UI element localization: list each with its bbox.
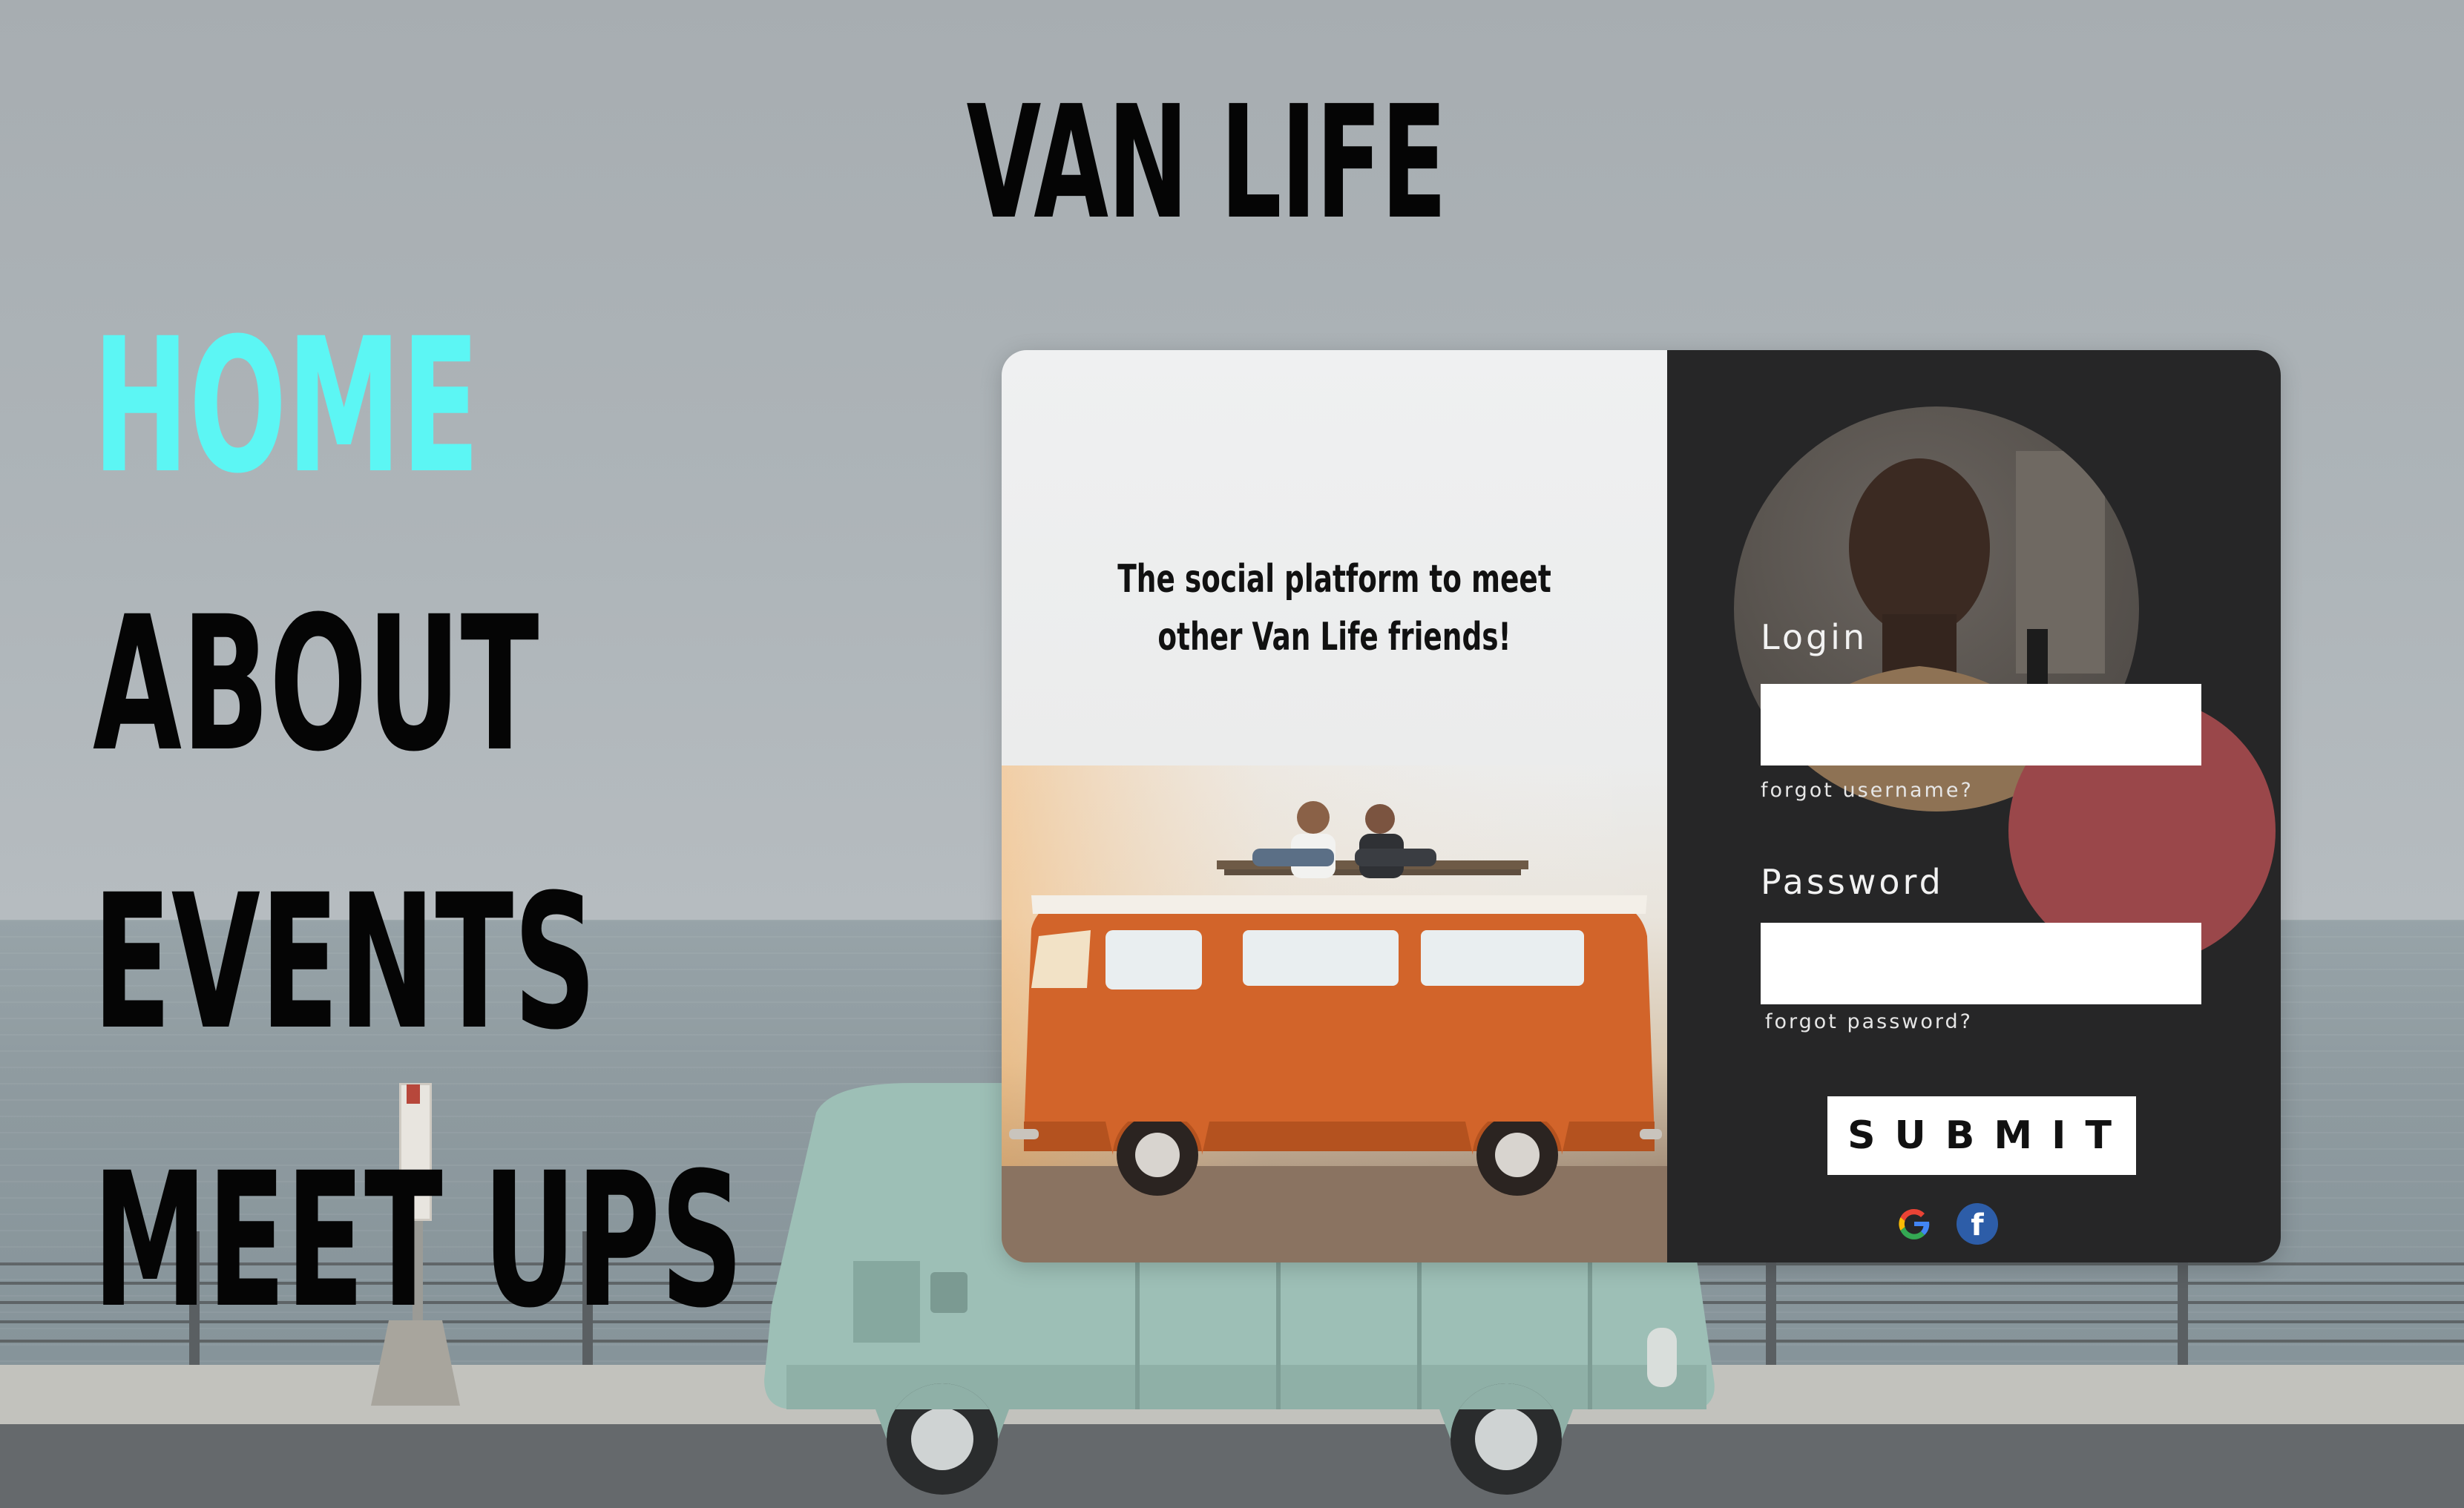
submit-button[interactable]: SUBMIT xyxy=(1827,1096,2136,1175)
password-label: Password xyxy=(1761,862,1944,902)
login-input[interactable] xyxy=(1761,684,2201,765)
google-logo xyxy=(1899,1208,1930,1239)
forgot-username-link[interactable]: forgot username? xyxy=(1761,779,1974,802)
nav-item-events[interactable]: EVENTS xyxy=(93,823,743,1102)
main-nav: HOME ABOUT EVENTS MEET UPS xyxy=(93,267,1142,1380)
forgot-password-link[interactable]: forgot password? xyxy=(1765,1010,1973,1033)
orange-van-photo xyxy=(1002,765,1667,1262)
password-input[interactable] xyxy=(1761,923,2201,1004)
login-label: Login xyxy=(1761,617,1868,657)
site-title: VAN LIFE xyxy=(966,72,1448,254)
nav-item-home[interactable]: HOME xyxy=(93,267,743,545)
card-hero-panel: The social platform to meet other Van Li… xyxy=(1002,350,1667,1262)
nav-item-about[interactable]: ABOUT xyxy=(93,545,743,823)
google-icon[interactable] xyxy=(1893,1203,1935,1245)
login-form-panel: Login forgot username? Password forgot p… xyxy=(1667,350,2281,1262)
login-card: The social platform to meet other Van Li… xyxy=(1002,350,2281,1262)
facebook-icon[interactable]: f xyxy=(1957,1203,1998,1245)
tagline: The social platform to meet other Van Li… xyxy=(1002,550,1667,666)
tagline-line-1: The social platform to meet xyxy=(1117,557,1551,602)
tagline-line-2: other Van Life friends! xyxy=(1157,615,1511,659)
nav-item-meet-ups[interactable]: MEET UPS xyxy=(93,1102,743,1380)
